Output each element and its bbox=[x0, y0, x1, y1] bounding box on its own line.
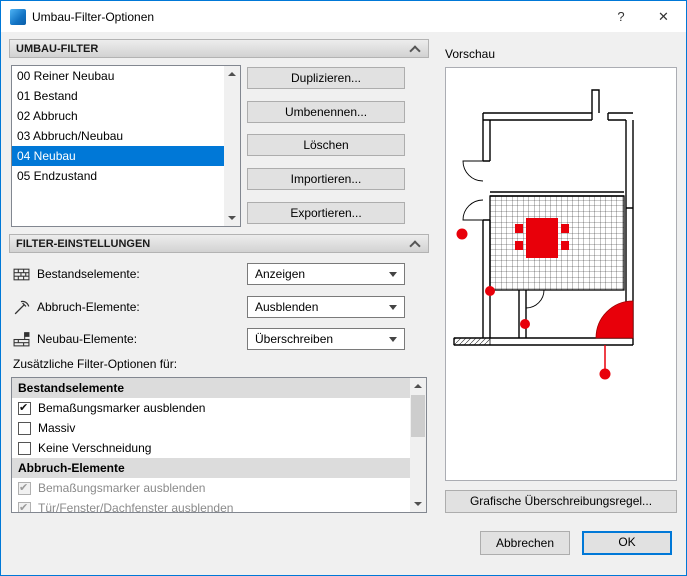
option-hide-dimension-markers[interactable]: Bemaßungsmarker ausblenden bbox=[12, 398, 410, 418]
delete-button[interactable]: Löschen bbox=[247, 134, 405, 156]
app-icon bbox=[10, 8, 26, 25]
filter-list: 00 Reiner Neubau 01 Bestand 02 Abbruch 0… bbox=[11, 65, 241, 227]
chair bbox=[515, 224, 523, 233]
checkbox[interactable] bbox=[18, 421, 31, 435]
option-solid[interactable]: Massiv bbox=[12, 418, 410, 438]
existing-elements-value: Anzeigen bbox=[255, 267, 306, 281]
scroll-down-button[interactable] bbox=[410, 496, 426, 512]
filter-list-items: 00 Reiner Neubau 01 Bestand 02 Abbruch 0… bbox=[12, 66, 224, 226]
duplicate-button[interactable]: Duplizieren... bbox=[247, 67, 405, 89]
checkbox[interactable] bbox=[18, 401, 31, 415]
floor-plan-preview bbox=[453, 89, 634, 380]
scroll-up-button[interactable] bbox=[224, 66, 240, 82]
preview-label: Vorschau bbox=[445, 47, 496, 61]
option-hide-doors-windows: Tür/Fenster/Dachfenster ausblenden bbox=[12, 498, 410, 513]
checkbox-disabled bbox=[18, 481, 31, 495]
filter-item-03[interactable]: 03 Abbruch/Neubau bbox=[12, 126, 224, 146]
option-label: Keine Verschneidung bbox=[38, 441, 152, 455]
chevron-down-icon bbox=[389, 337, 397, 342]
import-button[interactable]: Importieren... bbox=[247, 168, 405, 190]
chevron-down-icon bbox=[389, 305, 397, 310]
help-button[interactable]: ? bbox=[601, 1, 641, 32]
existing-elements-icon bbox=[13, 268, 30, 281]
rename-button[interactable]: Umbenennen... bbox=[247, 101, 405, 123]
chevron-up-icon bbox=[409, 45, 421, 57]
column bbox=[520, 319, 530, 329]
option-no-intersection[interactable]: Keine Verschneidung bbox=[12, 438, 410, 458]
cancel-button[interactable]: Abbrechen bbox=[480, 531, 570, 555]
demolition-elements-icon bbox=[14, 300, 30, 315]
scroll-up-button[interactable] bbox=[410, 378, 426, 394]
column bbox=[485, 286, 495, 296]
scroll-down-button[interactable] bbox=[224, 210, 240, 226]
graphic-override-rules-button[interactable]: Grafische Überschreibungsregel... bbox=[445, 490, 677, 513]
scrollbar-thumb[interactable] bbox=[411, 395, 425, 437]
checkbox-disabled bbox=[18, 501, 31, 512]
new-elements-label: Neubau-Elemente: bbox=[37, 332, 138, 346]
hatched-wall-segment bbox=[453, 337, 491, 346]
filter-item-00[interactable]: 00 Reiner Neubau bbox=[12, 66, 224, 86]
new-door-swing bbox=[595, 300, 634, 339]
new-elements-value: Überschreiben bbox=[255, 332, 334, 346]
renovation-filter-dialog: Umbau-Filter-Optionen ? ✕ UMBAU-FILTER 0… bbox=[0, 0, 687, 576]
filter-item-05[interactable]: 05 Endzustand bbox=[12, 166, 224, 186]
demolition-elements-label: Abbruch-Elemente: bbox=[37, 300, 140, 314]
demolition-elements-value: Ausblenden bbox=[255, 300, 319, 314]
preview-pane bbox=[445, 67, 677, 481]
close-button[interactable]: ✕ bbox=[641, 1, 686, 32]
existing-elements-select[interactable]: Anzeigen bbox=[247, 263, 405, 285]
existing-elements-label: Bestandselemente: bbox=[37, 267, 140, 281]
options-group-existing: Bestandselemente bbox=[12, 378, 410, 398]
ok-button[interactable]: OK bbox=[582, 531, 672, 555]
filter-list-scrollbar[interactable] bbox=[224, 66, 240, 226]
additional-options-list: Bestandselemente Bemaßungsmarker ausblen… bbox=[11, 377, 427, 513]
column bbox=[456, 228, 468, 240]
table bbox=[526, 218, 558, 258]
filter-item-04-selected[interactable]: 04 Neubau bbox=[12, 146, 224, 166]
title-bar[interactable]: Umbau-Filter-Optionen ? ✕ bbox=[1, 1, 686, 32]
options-group-demolition: Abbruch-Elemente bbox=[12, 458, 410, 478]
chevron-down-icon bbox=[389, 272, 397, 277]
options-rows: Bestandselemente Bemaßungsmarker ausblen… bbox=[12, 378, 410, 513]
filter-settings-section-header[interactable]: FILTER-EINSTELLUNGEN bbox=[9, 234, 429, 253]
option-label: Bemaßungsmarker ausblenden bbox=[38, 401, 206, 415]
umbau-filter-section-title: UMBAU-FILTER bbox=[16, 43, 99, 55]
filter-settings-section-title: FILTER-EINSTELLUNGEN bbox=[16, 238, 151, 250]
option-label: Bemaßungsmarker ausblenden bbox=[38, 481, 206, 495]
export-button[interactable]: Exportieren... bbox=[247, 202, 405, 224]
umbau-filter-section-header[interactable]: UMBAU-FILTER bbox=[9, 39, 429, 58]
filter-item-01[interactable]: 01 Bestand bbox=[12, 86, 224, 106]
chair bbox=[561, 241, 569, 250]
new-elements-icon bbox=[13, 332, 30, 347]
chair bbox=[561, 224, 569, 233]
options-scrollbar[interactable] bbox=[410, 378, 426, 512]
demolition-elements-select[interactable]: Ausblenden bbox=[247, 296, 405, 318]
chevron-up-icon bbox=[409, 240, 421, 252]
additional-options-label: Zusätzliche Filter-Optionen für: bbox=[13, 357, 178, 371]
filter-item-02[interactable]: 02 Abbruch bbox=[12, 106, 224, 126]
new-elements-select[interactable]: Überschreiben bbox=[247, 328, 405, 350]
option-label: Massiv bbox=[38, 421, 76, 435]
option-hide-dimension-markers-demo: Bemaßungsmarker ausblenden bbox=[12, 478, 410, 498]
checkbox[interactable] bbox=[18, 441, 31, 455]
column bbox=[599, 368, 611, 380]
chair bbox=[515, 241, 523, 250]
window-title: Umbau-Filter-Optionen bbox=[32, 9, 155, 24]
option-label: Tür/Fenster/Dachfenster ausblenden bbox=[38, 501, 234, 513]
